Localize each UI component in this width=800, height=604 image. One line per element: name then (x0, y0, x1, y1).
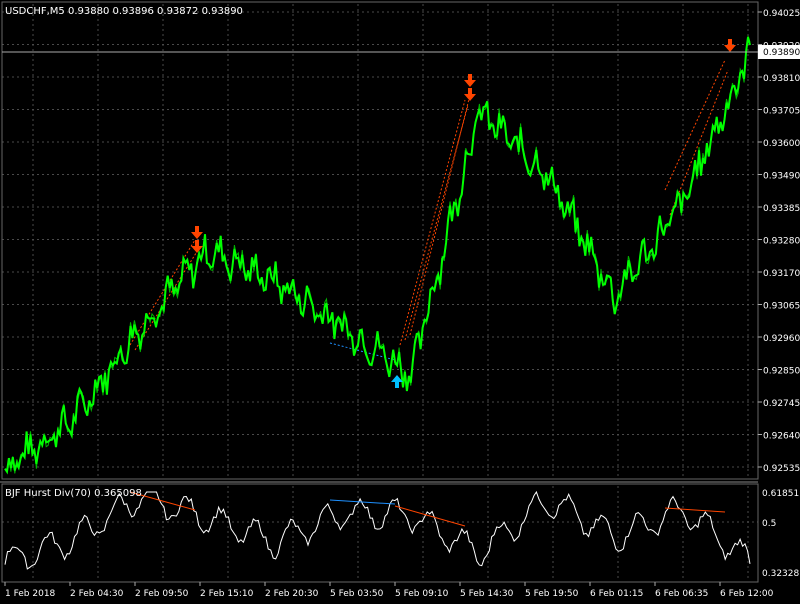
price-axis-label: 0.93170 (763, 269, 800, 279)
price-axis-label: 0.93385 (763, 204, 800, 214)
indicator-axis-label: 0.323287 (762, 569, 800, 579)
price-axis-label: 0.92535 (763, 464, 800, 474)
trading-chart-window[interactable]: 0.940250.939200.938100.937050.936000.934… (0, 0, 800, 600)
price-axis-label: 0.92850 (763, 367, 800, 377)
time-axis-label: 5 Feb 19:50 (525, 589, 579, 599)
symbol-header: USDCHF,M5 0.93880 0.93896 0.93872 0.9389… (5, 6, 243, 17)
time-axis-label: 5 Feb 14:30 (460, 589, 514, 599)
time-axis-label: 6 Feb 12:00 (720, 589, 774, 599)
price-axis-label: 0.92745 (763, 399, 800, 409)
indicator-axis-label: 0.618511 (762, 489, 800, 499)
price-axis-label: 0.93705 (763, 107, 800, 117)
current-price-label: 0.93890 (763, 48, 800, 58)
indicator-label: BJF Hurst Div(70) 0.365098 (5, 488, 142, 499)
price-axis: 0.940250.939200.938100.937050.936000.934… (758, 9, 800, 474)
time-axis-label: 2 Feb 09:50 (135, 589, 189, 599)
price-axis-label: 0.93280 (763, 237, 800, 247)
time-axis-label: 2 Feb 04:30 (70, 589, 124, 599)
chart-canvas[interactable]: 0.940250.939200.938100.937050.936000.934… (0, 0, 800, 600)
price-axis-label: 0.93810 (763, 74, 800, 84)
price-axis-label: 0.93065 (763, 302, 800, 312)
indicator-axis-label: 0.5 (762, 519, 776, 529)
time-axis-label: 6 Feb 01:15 (590, 589, 643, 599)
price-axis-label: 0.93600 (763, 139, 800, 149)
time-axis-label: 5 Feb 09:10 (395, 589, 449, 599)
time-axis-label: 2 Feb 15:10 (200, 589, 254, 599)
price-axis-label: 0.92640 (763, 432, 800, 442)
price-axis-label: 0.94025 (763, 9, 800, 19)
time-axis-label: 5 Feb 03:50 (330, 589, 384, 599)
time-axis-label: 2 Feb 20:30 (265, 589, 319, 599)
time-axis-label: 1 Feb 2018 (5, 589, 56, 599)
time-axis-label: 6 Feb 06:35 (655, 589, 708, 599)
price-axis-label: 0.92960 (763, 334, 800, 344)
price-axis-label: 0.93490 (763, 172, 800, 182)
